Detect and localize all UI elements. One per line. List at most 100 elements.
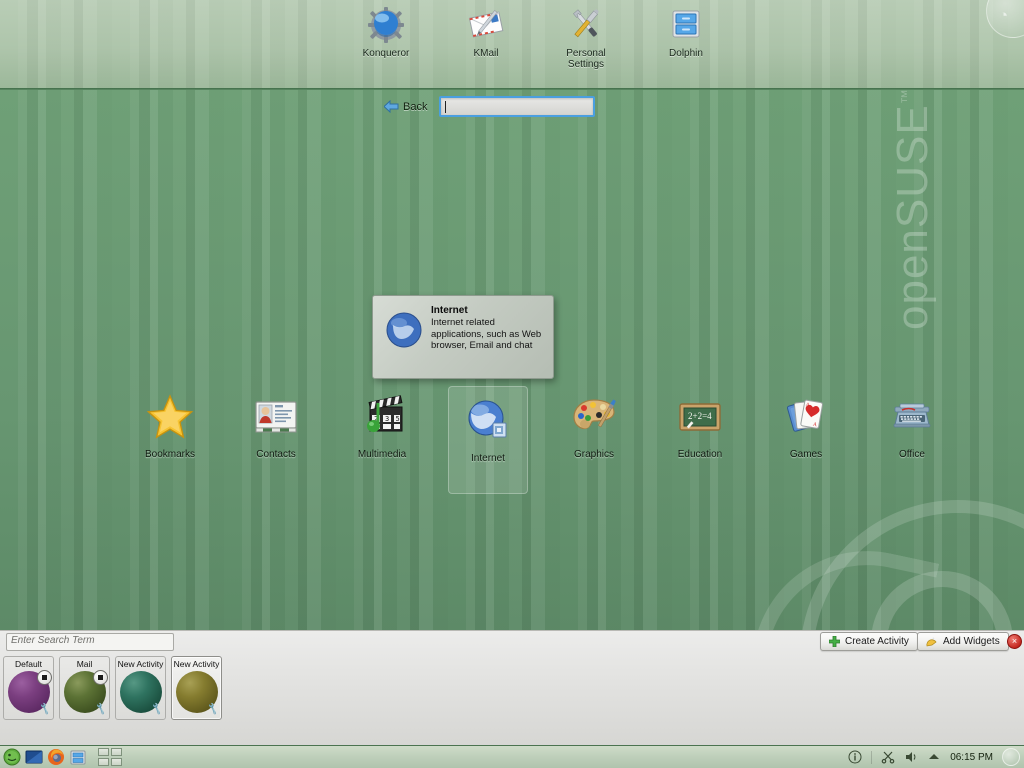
category-label: Games [790, 449, 822, 460]
favorite-label: Personal Settings [550, 48, 622, 70]
category-education[interactable]: 2+2=4 Education [660, 386, 740, 471]
category-label: Multimedia [358, 449, 406, 460]
category-graphics[interactable]: Graphics [554, 386, 634, 471]
launcher-navigation-row: Back [384, 96, 595, 117]
terminal-icon[interactable] [25, 748, 43, 766]
activity-name: New Activity [118, 659, 164, 669]
pager-desktop-2[interactable] [111, 748, 122, 756]
info-icon[interactable] [848, 750, 862, 764]
konqueror-icon [366, 4, 406, 44]
activity-search-input[interactable]: Enter Search Term [6, 633, 174, 651]
tooltip-title: Internet [431, 305, 545, 316]
strip-divider [0, 88, 1024, 90]
favorite-kmail[interactable]: KMail [450, 4, 522, 70]
show-hidden-arrow-icon[interactable] [927, 750, 941, 764]
activity-item[interactable]: New Activity 🔧 [115, 656, 166, 720]
svg-text:3: 3 [385, 415, 389, 423]
kmail-icon [466, 4, 506, 44]
dolphin-icon [666, 4, 706, 44]
blackboard-text: 2+2=4 [688, 411, 712, 421]
clapperboard-icon: 235 [358, 393, 406, 441]
add-widgets-button[interactable]: Add Widgets [917, 632, 1009, 651]
close-activity-manager-button[interactable]: × [1007, 634, 1022, 649]
pager-desktop-1[interactable] [98, 748, 109, 756]
launcher-search-input[interactable] [439, 96, 595, 117]
back-button[interactable]: Back [384, 100, 427, 113]
activity-name: Default [15, 659, 42, 669]
add-widgets-label: Add Widgets [943, 636, 1000, 647]
category-label: Office [899, 449, 925, 460]
firefox-icon[interactable] [47, 748, 65, 766]
category-multimedia[interactable]: 235 [342, 386, 422, 471]
activity-name: New Activity [174, 659, 220, 669]
category-bookmarks[interactable]: Bookmarks [130, 386, 210, 471]
category-list: Bookmarks [130, 386, 952, 494]
category-internet[interactable]: Internet [448, 386, 528, 494]
favorites-list: Konqueror [350, 4, 722, 70]
stop-activity-badge[interactable] [37, 670, 52, 685]
category-label: Graphics [574, 449, 614, 460]
category-contacts[interactable]: Contacts [236, 386, 316, 471]
desktop-pager[interactable] [98, 748, 122, 766]
category-label: Contacts [256, 449, 295, 460]
configure-activity-icon[interactable]: 🔧 [206, 702, 220, 716]
tooltip-description: Internet related applications, such as W… [431, 317, 545, 352]
pager-desktop-4[interactable] [111, 758, 122, 766]
back-arrow-icon [384, 100, 399, 113]
activity-item[interactable]: Default 🔧 [3, 656, 54, 720]
activity-item-current[interactable]: New Activity 🔧 [171, 656, 222, 720]
activity-name: Mail [77, 659, 93, 669]
activity-thumbnail: 🔧 [120, 671, 162, 713]
personal-settings-icon [566, 4, 606, 44]
configure-activity-icon[interactable]: 🔧 [94, 702, 108, 716]
desktop: openSUSE™ [0, 0, 1024, 768]
star-icon [146, 393, 194, 441]
activity-thumbnail-list: Default 🔧 Mail 🔧 New Activity 🔧 New Acti… [3, 656, 222, 720]
typewriter-icon [888, 393, 936, 441]
dolphin-icon[interactable] [69, 748, 87, 766]
back-label: Back [403, 101, 427, 113]
favorite-label: Konqueror [363, 48, 410, 59]
activity-thumbnail: 🔧 [176, 671, 218, 713]
panel-toolbox-cashew[interactable] [1002, 748, 1020, 766]
taskbar-launchers [0, 748, 122, 766]
taskbar: 06:15 PM [0, 745, 1024, 768]
activity-search-placeholder: Enter Search Term [11, 635, 95, 646]
category-label: Education [678, 449, 722, 460]
suse-menu-icon[interactable] [3, 748, 21, 766]
globe-icon [385, 311, 423, 349]
favorite-label: Dolphin [669, 48, 703, 59]
configure-activity-icon[interactable]: 🔧 [150, 702, 164, 716]
favorite-label: KMail [473, 48, 498, 59]
system-tray: 06:15 PM [848, 748, 1024, 766]
svg-text:5: 5 [396, 415, 400, 423]
configure-activity-icon[interactable]: 🔧 [38, 702, 52, 716]
stop-activity-badge[interactable] [93, 670, 108, 685]
palette-icon [570, 393, 618, 441]
category-label: Internet [471, 453, 505, 464]
category-games[interactable]: A A Games [766, 386, 846, 471]
clock[interactable]: 06:15 PM [950, 752, 993, 763]
favorite-dolphin[interactable]: Dolphin [650, 4, 722, 70]
volume-icon[interactable] [904, 750, 918, 764]
favorite-konqueror[interactable]: Konqueror [350, 4, 422, 70]
blackboard-icon: 2+2=4 [676, 393, 724, 441]
create-activity-button[interactable]: Create Activity [820, 632, 918, 651]
text-caret [445, 101, 446, 113]
klipper-scissors-icon[interactable] [881, 750, 895, 764]
favorite-personal-settings[interactable]: Personal Settings [550, 4, 622, 70]
tray-separator [871, 751, 872, 764]
activity-thumbnail: 🔧 [8, 671, 50, 713]
activity-item[interactable]: Mail 🔧 [59, 656, 110, 720]
category-tooltip: Internet Internet related applications, … [372, 295, 554, 379]
pager-desktop-3[interactable] [98, 758, 109, 766]
category-office[interactable]: Office [872, 386, 952, 471]
create-activity-label: Create Activity [845, 636, 909, 647]
cashew-glyph: ◔ [999, 7, 1008, 24]
add-widgets-icon [926, 636, 938, 648]
activity-thumbnail: 🔧 [64, 671, 106, 713]
plus-icon [829, 636, 840, 647]
close-icon: × [1012, 636, 1017, 646]
id-card-icon [252, 393, 300, 441]
category-label: Bookmarks [145, 449, 195, 460]
